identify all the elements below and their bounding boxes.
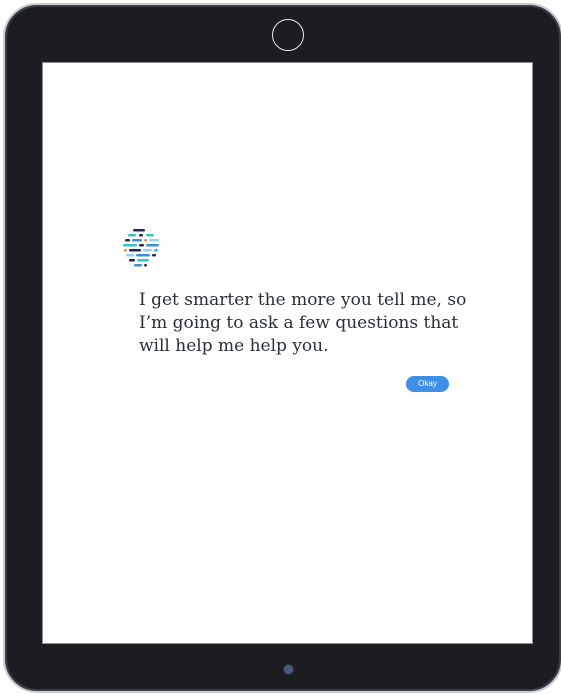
okay-button[interactable]: Okay <box>406 376 449 392</box>
tablet-device-frame: I get smarter the more you tell me, so I… <box>3 3 561 693</box>
front-camera-icon <box>272 19 304 51</box>
onboarding-message: I get smarter the more you tell me, so I… <box>139 290 467 356</box>
assistant-logo-icon <box>123 229 159 267</box>
home-button-icon[interactable] <box>284 665 293 674</box>
app-screen: I get smarter the more you tell me, so I… <box>42 62 533 644</box>
